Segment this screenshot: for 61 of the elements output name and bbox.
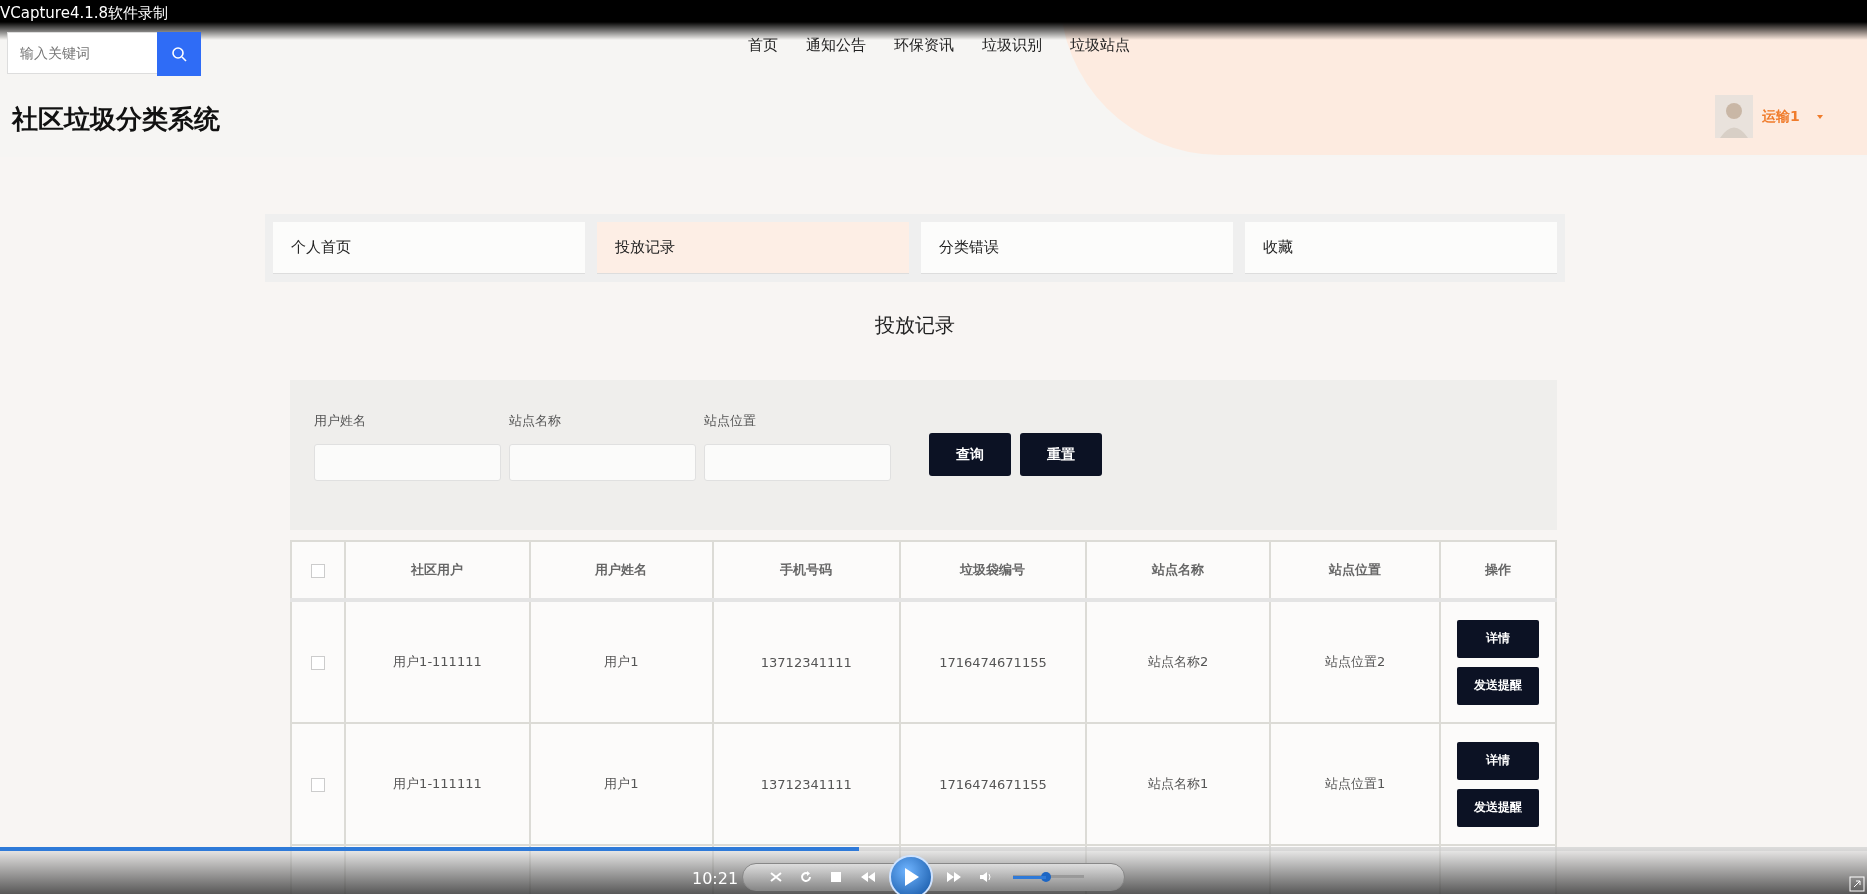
tab[interactable]: 分类错误 — [921, 222, 1233, 274]
site-title: 社区垃圾分类系统 — [12, 103, 220, 136]
repeat-icon[interactable] — [799, 870, 813, 884]
tab[interactable]: 投放记录 — [597, 222, 909, 274]
table-cell: 1716474671155 — [899, 723, 1086, 845]
field-label: 站点位置 — [704, 412, 757, 430]
checkbox[interactable] — [310, 655, 325, 670]
table-cell: 用户1 — [530, 723, 713, 845]
search-field[interactable]: 输入关键词 — [7, 32, 157, 74]
input-field[interactable] — [704, 444, 891, 481]
checkbox[interactable] — [310, 777, 325, 792]
field-label: 用户姓名 — [314, 412, 367, 430]
header-cell: 用户姓名 — [530, 541, 713, 600]
search-button[interactable] — [157, 32, 201, 76]
action-button[interactable]: 发送提醒 — [1457, 788, 1540, 827]
play-icon — [903, 868, 919, 886]
input-field[interactable] — [314, 444, 501, 481]
playback-time: 10:21 — [692, 869, 739, 888]
header-cell: 手机号码 — [712, 541, 900, 600]
filter-button[interactable]: 重置 — [1020, 433, 1102, 476]
recorder-title: VCapture4.1.8软件录制 — [0, 4, 169, 23]
action-button[interactable]: 详情 — [1457, 741, 1540, 780]
header-cell: 操作 — [1440, 541, 1556, 600]
table-cell: 站点名称2 — [1085, 600, 1271, 723]
table-cell: 13712341111 — [712, 723, 900, 845]
table-cell: 用户1-111111 — [344, 600, 531, 723]
header-cell: 垃圾袋编号 — [899, 541, 1086, 600]
action-button[interactable]: 详情 — [1457, 619, 1540, 658]
tab[interactable]: 个人首页 — [273, 222, 585, 274]
table-cell: 站点名称1 — [1085, 723, 1271, 845]
caret-icon[interactable] — [1816, 114, 1823, 119]
volume-thumb[interactable] — [1041, 872, 1051, 882]
field-label: 站点名称 — [509, 412, 562, 430]
nav-link[interactable]: 首页 — [747, 36, 778, 55]
stop-icon[interactable] — [829, 870, 843, 884]
table-cell: 站点位置2 — [1270, 600, 1441, 723]
table-cell: 用户1-111111 — [344, 723, 531, 845]
checkbox[interactable] — [310, 563, 325, 578]
input-field[interactable] — [509, 444, 696, 481]
nav-link[interactable]: 垃圾站点 — [1069, 36, 1130, 55]
nav-link[interactable]: 环保资讯 — [893, 36, 954, 55]
nav-link[interactable]: 通知公告 — [805, 36, 866, 55]
rewind-icon[interactable] — [859, 870, 877, 884]
action-button[interactable]: 发送提醒 — [1457, 666, 1540, 705]
nav-link[interactable]: 垃圾识别 — [981, 36, 1042, 55]
table-cell: 站点位置1 — [1270, 723, 1441, 845]
header-cell: 站点名称 — [1085, 541, 1271, 600]
table-cell: 用户1 — [530, 600, 713, 723]
play-button[interactable] — [889, 855, 933, 894]
table-cell: 13712341111 — [712, 600, 900, 723]
table-cell: 1716474671155 — [899, 600, 1086, 723]
speaker-icon[interactable] — [979, 870, 993, 884]
header-cell: 站点位置 — [1270, 541, 1441, 600]
search-icon — [171, 46, 187, 62]
fullscreen-icon[interactable] — [1849, 876, 1865, 892]
page-heading: 投放记录 — [874, 312, 956, 339]
fast-forward-icon[interactable] — [945, 870, 963, 884]
tab[interactable]: 收藏 — [1245, 222, 1557, 274]
header-cell: 社区用户 — [344, 541, 531, 600]
filter-button[interactable]: 查询 — [929, 433, 1011, 476]
progress-track[interactable] — [0, 847, 1867, 851]
